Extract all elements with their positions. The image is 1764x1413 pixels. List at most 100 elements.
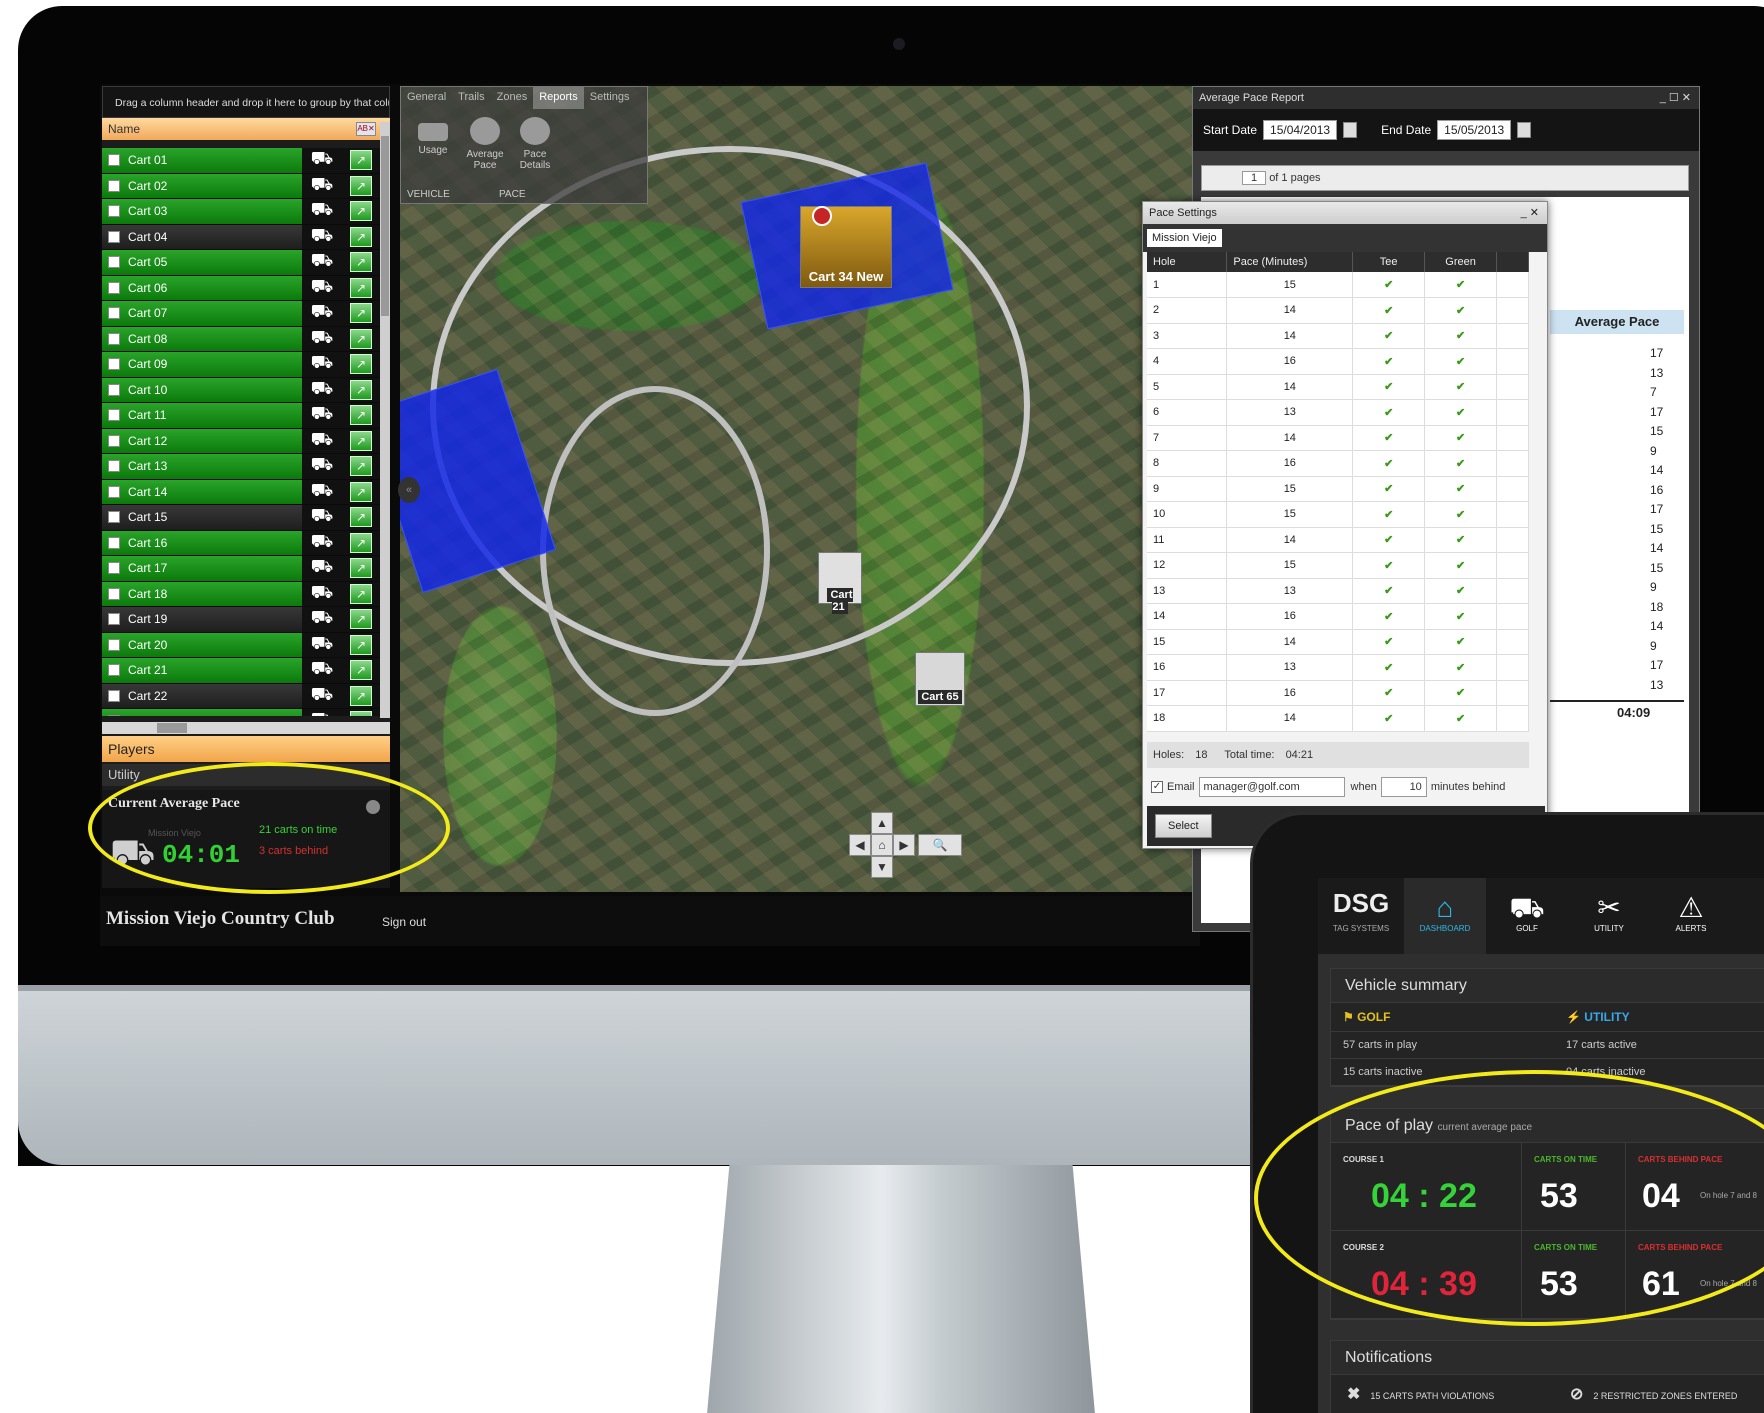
tee-check-icon[interactable]: ✔ <box>1352 552 1426 579</box>
notification-item[interactable]: ⊘ 2 RESTRICTED ZONES ENTERED <box>1554 1384 1764 1404</box>
email-field[interactable]: manager@golf.com <box>1198 777 1345 797</box>
pace-row[interactable]: 9 15 ✔ ✔ <box>1147 476 1529 502</box>
cart-name-cell[interactable]: Cart 02 <box>102 173 302 198</box>
pace-cell[interactable]: 14 <box>1226 527 1354 553</box>
pace-cell[interactable]: 15 <box>1226 476 1354 502</box>
cart-name-cell[interactable]: Cart 07 <box>102 301 302 326</box>
track-button[interactable]: ↗ <box>342 403 380 428</box>
cart-row[interactable]: Cart 21 ⛟ ↗ <box>102 658 380 684</box>
track-button[interactable]: ↗ <box>342 148 380 173</box>
select-button[interactable]: Select <box>1155 814 1212 838</box>
horizontal-scrollbar[interactable] <box>102 722 390 734</box>
tee-check-icon[interactable]: ✔ <box>1352 578 1426 604</box>
track-button[interactable]: ↗ <box>342 709 380 716</box>
green-check-icon[interactable]: ✔ <box>1424 450 1498 477</box>
tab-trails[interactable]: Trails <box>452 87 490 109</box>
cart-name-cell[interactable]: Cart 16 <box>102 530 302 555</box>
cart-row[interactable]: Cart 07 ⛟ ↗ <box>102 301 380 327</box>
tee-check-icon[interactable]: ✔ <box>1352 399 1426 426</box>
track-button[interactable]: ↗ <box>342 479 380 504</box>
column-header-name[interactable]: Name AB✕ <box>102 118 390 140</box>
tee-check-icon[interactable]: ✔ <box>1352 705 1426 732</box>
nav-utility[interactable]: ✂ UTILITY <box>1568 878 1650 954</box>
cart-row[interactable]: Cart 13 ⛟ ↗ <box>102 454 380 480</box>
pace-cell[interactable]: 13 <box>1226 399 1354 426</box>
tab-zones[interactable]: Zones <box>491 87 534 109</box>
zoom-search-icon[interactable]: 🔍 <box>918 834 962 856</box>
cart-row[interactable]: Cart 04 ⛟ ↗ <box>102 224 380 250</box>
green-check-icon[interactable]: ✔ <box>1424 501 1498 528</box>
tee-check-icon[interactable]: ✔ <box>1352 425 1426 451</box>
track-button[interactable]: ↗ <box>342 658 380 683</box>
pace-cell[interactable]: 14 <box>1226 323 1354 349</box>
pan-down-button[interactable]: ▼ <box>871 856 893 878</box>
sign-out-link[interactable]: Sign out <box>382 915 426 929</box>
cart-name-cell[interactable]: Cart 23 <box>102 709 302 716</box>
green-check-icon[interactable]: ✔ <box>1424 476 1498 502</box>
track-button[interactable]: ↗ <box>342 250 380 275</box>
cart-name-cell[interactable]: Cart 15 <box>102 505 302 530</box>
pace-row[interactable]: 5 14 ✔ ✔ <box>1147 374 1529 400</box>
track-button[interactable]: ↗ <box>342 530 380 555</box>
cart-row[interactable]: Cart 17 ⛟ ↗ <box>102 556 380 582</box>
pace-row[interactable]: 14 16 ✔ ✔ <box>1147 603 1529 630</box>
pace-cell[interactable]: 14 <box>1226 297 1354 324</box>
cart-row[interactable]: Cart 22 ⛟ ↗ <box>102 683 380 709</box>
green-check-icon[interactable]: ✔ <box>1424 399 1498 426</box>
cart-name-cell[interactable]: Cart 21 <box>102 658 302 683</box>
scroll-thumb[interactable] <box>157 723 187 733</box>
players-section[interactable]: Players <box>102 736 390 762</box>
row-checkbox[interactable] <box>108 587 120 600</box>
track-button[interactable]: ↗ <box>342 173 380 198</box>
calendar-icon[interactable] <box>1343 122 1358 138</box>
pace-row[interactable]: 11 14 ✔ ✔ <box>1147 527 1529 553</box>
cart-name-cell[interactable]: Cart 17 <box>102 556 302 581</box>
pace-row[interactable]: 8 16 ✔ ✔ <box>1147 450 1529 477</box>
green-check-icon[interactable]: ✔ <box>1424 272 1498 298</box>
collapse-panel-button[interactable]: « <box>398 477 420 503</box>
track-button[interactable]: ↗ <box>342 607 380 632</box>
row-checkbox[interactable] <box>108 460 120 473</box>
pace-row[interactable]: 17 16 ✔ ✔ <box>1147 680 1529 706</box>
pan-up-button[interactable]: ▲ <box>871 812 893 834</box>
cart-name-cell[interactable]: Cart 22 <box>102 683 302 708</box>
pace-row[interactable]: 1 15 ✔ ✔ <box>1147 272 1529 298</box>
cart-row[interactable]: Cart 03 ⛟ ↗ <box>102 199 380 225</box>
nav-alerts[interactable]: ⚠ ALERTS <box>1650 878 1732 954</box>
pace-cell[interactable]: 13 <box>1226 654 1354 681</box>
pace-cell[interactable]: 16 <box>1226 603 1354 630</box>
cart-row[interactable]: Cart 06 ⛟ ↗ <box>102 275 380 301</box>
green-check-icon[interactable]: ✔ <box>1424 680 1498 706</box>
track-button[interactable]: ↗ <box>342 683 380 708</box>
page-input[interactable]: 1 <box>1242 171 1267 185</box>
green-check-icon[interactable]: ✔ <box>1424 348 1498 375</box>
cart-row[interactable]: Cart 23 ⛟ ↗ <box>102 709 380 716</box>
row-checkbox[interactable] <box>108 613 120 626</box>
course-map[interactable]: Cart 34 New Cart 21 Cart 65 <box>400 86 1200 892</box>
track-button[interactable]: ↗ <box>342 505 380 530</box>
cart-marker[interactable]: Cart 21 <box>818 552 862 614</box>
track-button[interactable]: ↗ <box>342 352 380 377</box>
row-checkbox[interactable] <box>108 307 120 320</box>
cart-name-cell[interactable]: Cart 05 <box>102 250 302 275</box>
scroll-thumb[interactable] <box>381 136 389 316</box>
pace-cell[interactable]: 15 <box>1226 272 1354 298</box>
green-check-icon[interactable]: ✔ <box>1424 629 1498 655</box>
track-button[interactable]: ↗ <box>342 632 380 657</box>
row-checkbox[interactable] <box>108 205 120 218</box>
pace-row[interactable]: 15 14 ✔ ✔ <box>1147 629 1529 655</box>
average-pace-button[interactable]: Average Pace <box>463 117 507 171</box>
row-checkbox[interactable] <box>108 536 120 549</box>
pace-row[interactable]: 13 13 ✔ ✔ <box>1147 578 1529 604</box>
cart-row[interactable]: Cart 19 ⛟ ↗ <box>102 607 380 633</box>
track-button[interactable]: ↗ <box>342 428 380 453</box>
row-checkbox[interactable] <box>108 511 120 524</box>
pace-cell[interactable]: 16 <box>1226 680 1354 706</box>
pace-cell[interactable]: 15 <box>1226 552 1354 579</box>
tee-check-icon[interactable]: ✔ <box>1352 629 1426 655</box>
minutes-stepper[interactable]: 10 <box>1380 777 1427 797</box>
track-button[interactable]: ↗ <box>342 224 380 249</box>
cart-row[interactable]: Cart 10 ⛟ ↗ <box>102 377 380 403</box>
green-check-icon[interactable]: ✔ <box>1424 654 1498 681</box>
row-checkbox[interactable] <box>108 638 120 651</box>
